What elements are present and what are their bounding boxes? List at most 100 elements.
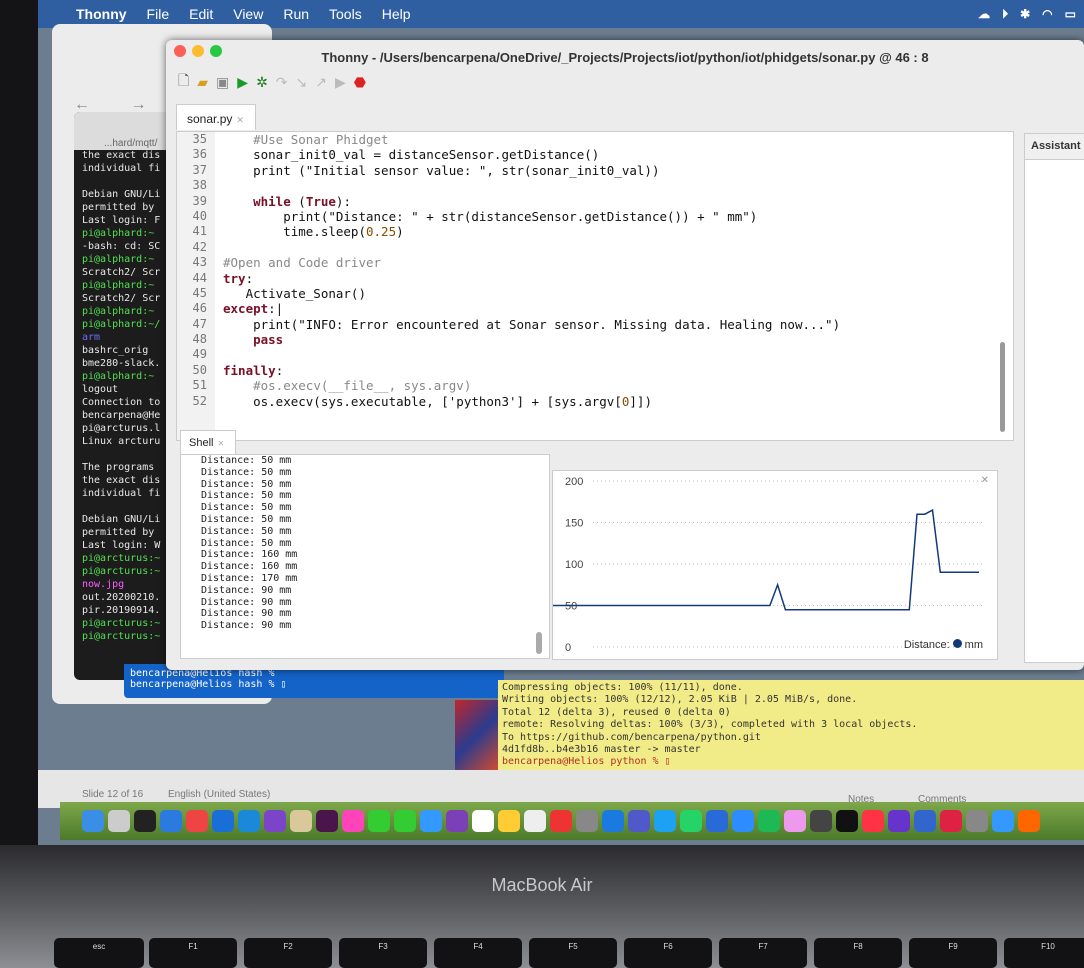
terminal-dock-icon[interactable] bbox=[134, 810, 156, 832]
tv-dock-icon[interactable] bbox=[836, 810, 858, 832]
slack2-dock-icon[interactable] bbox=[784, 810, 806, 832]
stop-icon[interactable]: ⬣ bbox=[354, 74, 366, 91]
key-f8[interactable]: F8 bbox=[814, 938, 902, 968]
battery-icon[interactable]: ▭ bbox=[1065, 7, 1076, 21]
close-plot-icon[interactable]: ✕ bbox=[981, 475, 989, 486]
code-line[interactable]: try: bbox=[223, 271, 1003, 286]
slack-dock-icon[interactable] bbox=[316, 810, 338, 832]
onenote-dock-icon[interactable] bbox=[446, 810, 468, 832]
powerpoint-dock-icon[interactable] bbox=[940, 810, 962, 832]
step-into-icon[interactable]: ↘ bbox=[296, 74, 308, 91]
step-out-icon[interactable]: ↗ bbox=[315, 74, 327, 91]
key-f7[interactable]: F7 bbox=[719, 938, 807, 968]
xcode-dock-icon[interactable] bbox=[992, 810, 1014, 832]
key-f2[interactable]: F2 bbox=[244, 938, 332, 968]
tab-sonar-py[interactable]: sonar.py ✕ bbox=[176, 104, 256, 130]
code-line[interactable]: os.execv(sys.executable, ['python3'] + [… bbox=[223, 394, 1003, 409]
debug-icon[interactable]: ✲ bbox=[256, 74, 268, 91]
menu-view[interactable]: View bbox=[233, 6, 263, 22]
code-line[interactable]: print("Distance: " + str(distanceSensor.… bbox=[223, 209, 1003, 224]
menu-edit[interactable]: Edit bbox=[189, 6, 213, 22]
key-f10[interactable]: F10 bbox=[1004, 938, 1084, 968]
visual-studio-dock-icon[interactable] bbox=[264, 810, 286, 832]
step-over-icon[interactable]: ↷ bbox=[276, 74, 288, 91]
teams-dock-icon[interactable] bbox=[628, 810, 650, 832]
minimize-window-button[interactable] bbox=[192, 45, 204, 57]
vs-code-dock-icon[interactable] bbox=[238, 810, 260, 832]
close-tab-icon[interactable]: ✕ bbox=[236, 115, 244, 125]
settings-dock-icon[interactable] bbox=[576, 810, 598, 832]
code-line[interactable]: except:| bbox=[223, 301, 1003, 316]
shell-output[interactable]: Distance: 50 mm Distance: 50 mm Distance: … bbox=[180, 454, 550, 659]
play-circle-icon[interactable]: ⏵ bbox=[1002, 7, 1008, 22]
qr-dock-icon[interactable] bbox=[810, 810, 832, 832]
code-text[interactable]: #Use Sonar Phidget sonar_init0_val = dis… bbox=[223, 132, 1003, 409]
launchpad-dock-icon[interactable] bbox=[108, 810, 130, 832]
code-line[interactable]: #os.execv(__file__, sys.argv) bbox=[223, 378, 1003, 393]
code-line[interactable] bbox=[223, 347, 1003, 362]
thonny-dock-icon[interactable] bbox=[290, 810, 312, 832]
close-tab-icon[interactable]: ✕ bbox=[217, 439, 224, 448]
key-f9[interactable]: F9 bbox=[909, 938, 997, 968]
calculator-dock-icon[interactable] bbox=[966, 810, 988, 832]
maps-dock-icon[interactable] bbox=[550, 810, 572, 832]
code-line[interactable]: time.sleep(0.25) bbox=[223, 224, 1003, 239]
v2-dock-icon[interactable] bbox=[706, 810, 728, 832]
code-line[interactable]: pass bbox=[223, 332, 1003, 347]
resume-icon[interactable]: ▶ bbox=[335, 74, 346, 91]
keynote-dock-icon[interactable] bbox=[914, 810, 936, 832]
key-f3[interactable]: F3 bbox=[339, 938, 427, 968]
run-icon[interactable]: ▶ bbox=[237, 74, 248, 91]
terminal-prompt[interactable]: bencarpena@Helios hash % ▯ bbox=[130, 679, 498, 690]
spotify-dock-icon[interactable] bbox=[758, 810, 780, 832]
zoom-dock-icon[interactable] bbox=[732, 810, 754, 832]
twitter-dock-icon[interactable] bbox=[654, 810, 676, 832]
photos-dock-icon[interactable] bbox=[342, 810, 364, 832]
wifi-icon[interactable]: ◠ bbox=[1042, 7, 1052, 21]
finder-dock-icon[interactable] bbox=[82, 810, 104, 832]
chrome-dock-icon[interactable] bbox=[186, 810, 208, 832]
tab-shell[interactable]: Shell ✕ bbox=[180, 430, 236, 454]
code-line[interactable]: Activate_Sonar() bbox=[223, 286, 1003, 301]
imovie-dock-icon[interactable] bbox=[888, 810, 910, 832]
close-window-button[interactable] bbox=[174, 45, 186, 57]
reminders-dock-icon[interactable] bbox=[524, 810, 546, 832]
notes-dock-icon[interactable] bbox=[498, 810, 520, 832]
code-line[interactable]: finally: bbox=[223, 363, 1003, 378]
messages-dock-icon[interactable] bbox=[394, 810, 416, 832]
save-file-icon[interactable]: ▣ bbox=[216, 74, 229, 91]
app-menu-thonny[interactable]: Thonny bbox=[76, 6, 127, 22]
code-line[interactable]: print ("Initial sensor value: ", str(son… bbox=[223, 163, 1003, 178]
music-dock-icon[interactable] bbox=[862, 810, 884, 832]
menu-run[interactable]: Run bbox=[283, 6, 309, 22]
code-line[interactable]: while (True): bbox=[223, 194, 1003, 209]
bluetooth-icon[interactable]: ✱ bbox=[1020, 7, 1030, 21]
open-file-icon[interactable]: ▰ bbox=[197, 74, 208, 91]
code-line[interactable] bbox=[223, 240, 1003, 255]
code-editor[interactable]: 35 36 37 38 39 40 41 42 43 44 45 46 47 48 49 50 51 52 #Us… bbox=[176, 131, 1014, 441]
onedrive-dock-icon[interactable] bbox=[420, 810, 442, 832]
key-f6[interactable]: F6 bbox=[624, 938, 712, 968]
key-f4[interactable]: F4 bbox=[434, 938, 522, 968]
app-store-dock-icon[interactable] bbox=[602, 810, 624, 832]
facetime-dock-icon[interactable] bbox=[368, 810, 390, 832]
key-f5[interactable]: F5 bbox=[529, 938, 617, 968]
menu-tools[interactable]: Tools bbox=[329, 6, 362, 22]
new-file-icon[interactable]: 🗋 bbox=[178, 70, 189, 94]
terminal-prompt[interactable]: bencarpena@Helios python % ▯ bbox=[502, 756, 1080, 768]
swift-dock-icon[interactable] bbox=[1018, 810, 1040, 832]
menu-file[interactable]: File bbox=[147, 6, 170, 22]
code-line[interactable]: #Use Sonar Phidget bbox=[223, 132, 1003, 147]
key-esc[interactable]: esc bbox=[54, 938, 144, 968]
menu-help[interactable]: Help bbox=[382, 6, 411, 22]
calendar-dock-icon[interactable] bbox=[472, 810, 494, 832]
shell-scrollbar[interactable] bbox=[536, 632, 542, 654]
whatsapp-dock-icon[interactable] bbox=[680, 810, 702, 832]
code-line[interactable]: #Open and Code driver bbox=[223, 255, 1003, 270]
cloud-icon[interactable]: ☁ bbox=[978, 7, 990, 21]
code-line[interactable]: print("INFO: Error encountered at Sonar … bbox=[223, 317, 1003, 332]
zoom-window-button[interactable] bbox=[210, 45, 222, 57]
editor-scrollbar[interactable] bbox=[1000, 342, 1005, 432]
code-line[interactable] bbox=[223, 178, 1003, 193]
code-line[interactable]: sonar_init0_val = distanceSensor.getDist… bbox=[223, 147, 1003, 162]
